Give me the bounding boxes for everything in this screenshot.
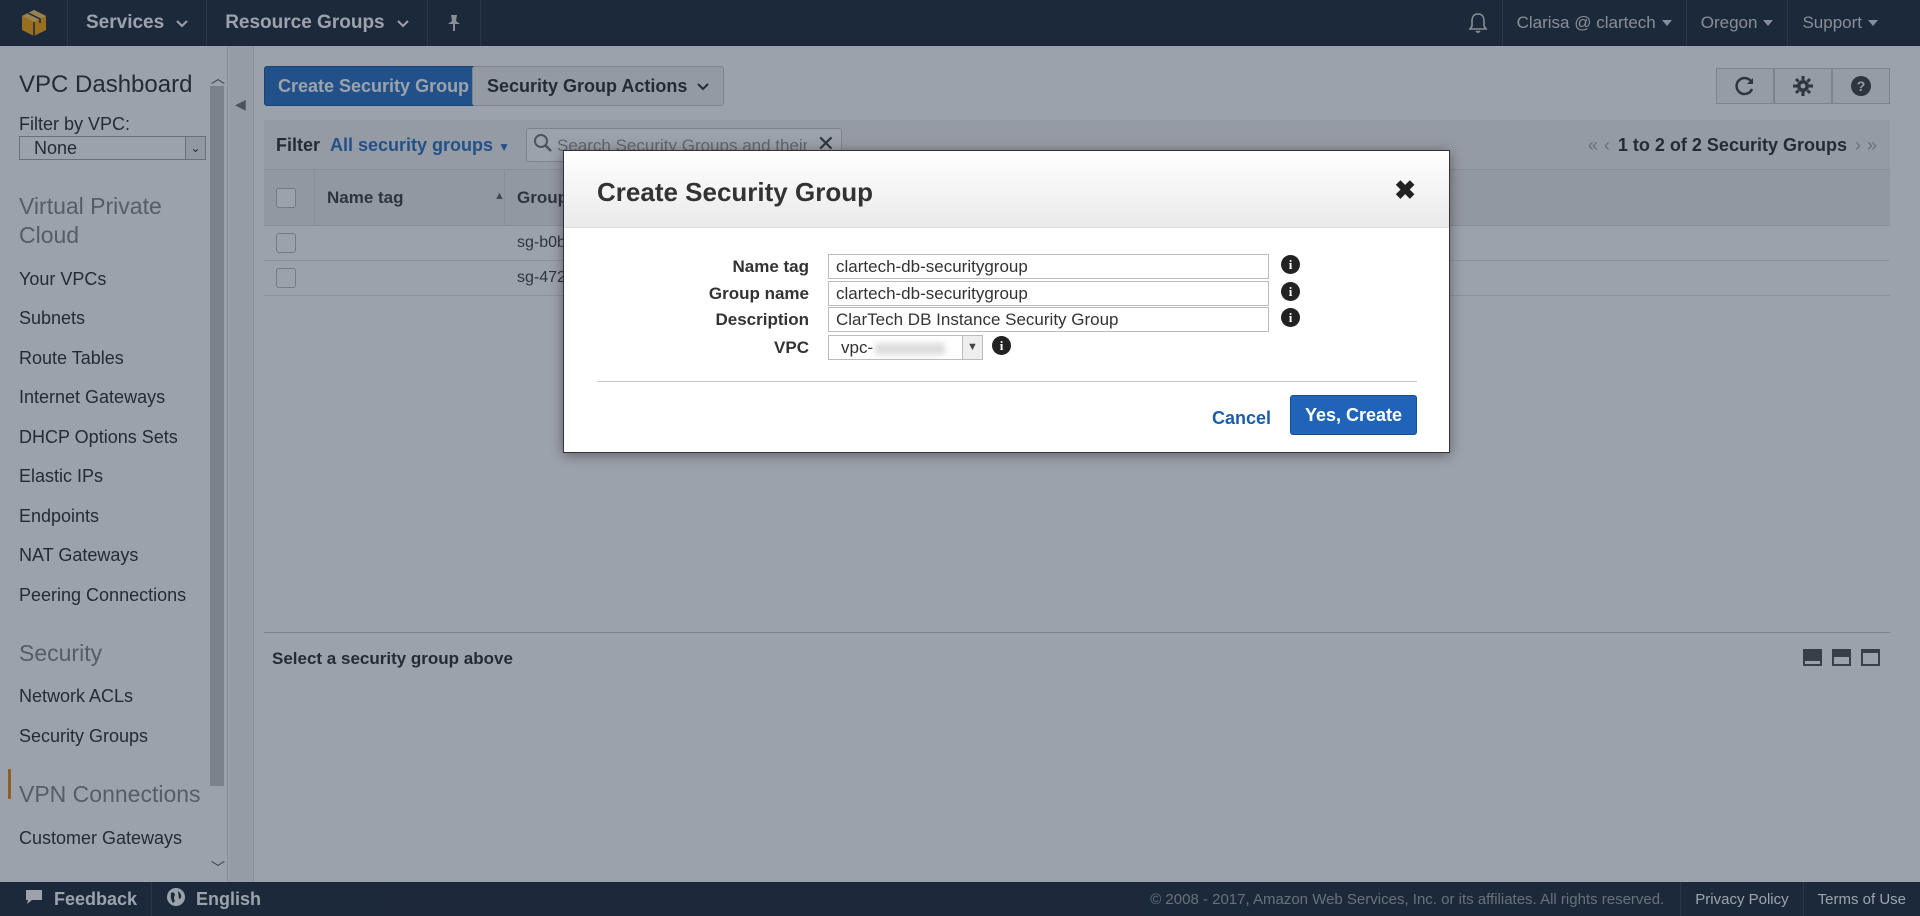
chevron-down-icon: ▼: [962, 336, 982, 359]
description-input[interactable]: ClarTech DB Instance Security Group: [828, 307, 1269, 332]
name-tag-label: Name tag: [732, 257, 809, 276]
vpc-value: vpc-: [841, 338, 874, 357]
divider: [597, 381, 1417, 382]
info-icon[interactable]: i: [992, 336, 1011, 355]
close-icon[interactable]: ✖: [1394, 175, 1416, 206]
info-icon[interactable]: i: [1281, 282, 1300, 301]
name-tag-input[interactable]: clartech-db-securitygroup: [828, 254, 1269, 279]
redacted-vpc-id: [875, 342, 946, 355]
group-name-label: Group name: [708, 284, 809, 303]
vpc-select[interactable]: vpc- ▼: [828, 335, 983, 360]
info-icon[interactable]: i: [1281, 255, 1300, 274]
info-icon[interactable]: i: [1281, 308, 1300, 327]
yes-create-button[interactable]: Yes, Create: [1290, 395, 1417, 435]
description-label: Description: [715, 310, 809, 329]
dialog-title: Create Security Group: [597, 177, 873, 207]
create-security-group-dialog: Create Security Group ✖ Name tag clartec…: [563, 150, 1450, 453]
group-name-input[interactable]: clartech-db-securitygroup: [828, 281, 1269, 306]
cancel-button[interactable]: Cancel: [1212, 408, 1271, 429]
dialog-header: Create Security Group ✖: [564, 151, 1449, 228]
modal-backdrop[interactable]: [0, 0, 1920, 916]
vpc-label: VPC: [774, 338, 809, 357]
